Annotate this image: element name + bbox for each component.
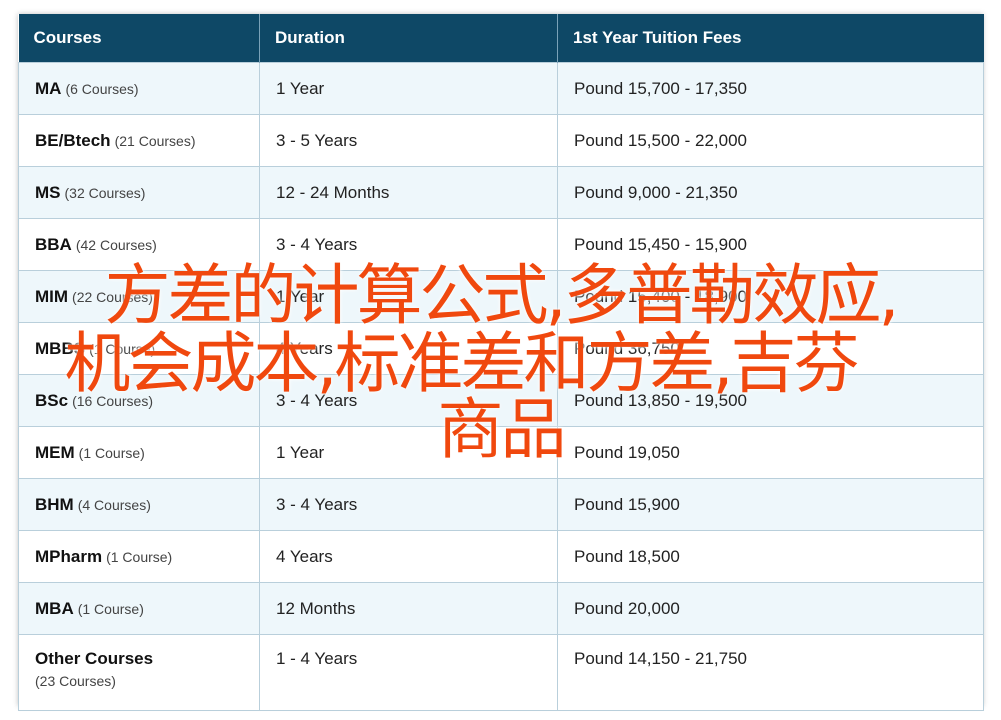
- course-name: BSc: [35, 390, 69, 410]
- table-row: MBBS (1 Course) 4 Years Pound 36,750: [18, 322, 984, 375]
- table-row: MA (6 Courses) 1 Year Pound 15,700 - 17,3…: [18, 62, 984, 115]
- fee-cell: Pound 15,900: [557, 478, 984, 531]
- table-row: BE/Btech (21 Courses) 3 - 5 Years Pound 1…: [18, 114, 984, 167]
- header-courses: Courses: [18, 14, 260, 63]
- course-count: (1 Course): [89, 340, 156, 357]
- course-name: MA: [35, 78, 62, 98]
- fee-cell: Pound 15,500 - 22,000: [557, 114, 984, 167]
- course-name: MEM: [35, 442, 75, 462]
- course-count: (42 Courses): [75, 236, 157, 253]
- course-cell: MA (6 Courses): [18, 62, 260, 115]
- table-row: BBA (42 Courses) 3 - 4 Years Pound 15,450…: [18, 218, 984, 271]
- table-row: Other Courses (23 Courses) 1 - 4 Years Po…: [18, 634, 984, 711]
- course-cell: MBA (1 Course): [18, 582, 260, 635]
- course-cell: MIM (22 Courses): [18, 270, 260, 323]
- course-name: BBA: [35, 234, 72, 254]
- fee-cell: Pound 15,400 - 18,900: [557, 270, 984, 323]
- table-row: BHM (4 Courses) 3 - 4 Years Pound 15,900: [18, 478, 984, 531]
- table-row: MS (32 Courses) 12 - 24 Months Pound 9,00…: [18, 166, 984, 219]
- duration-cell: 4 Years: [259, 322, 558, 375]
- duration-cell: 3 - 4 Years: [259, 218, 558, 271]
- course-count: (16 Courses): [72, 392, 153, 409]
- course-count: (21 Courses): [114, 132, 196, 149]
- duration-cell: 1 Year: [259, 426, 558, 479]
- fee-cell: Pound 14,150 - 21,750: [557, 634, 984, 711]
- course-count: (22 Courses): [72, 288, 153, 305]
- course-name: MS: [35, 182, 61, 202]
- fee-cell: Pound 15,700 - 17,350: [557, 62, 984, 115]
- course-name: BE/Btech: [35, 130, 111, 150]
- table-row: MPharm (1 Course) 4 Years Pound 18,500: [18, 530, 984, 583]
- table-row: MIM (22 Courses) 1 Year Pound 15,400 - 18…: [18, 270, 984, 323]
- duration-cell: 3 - 4 Years: [259, 374, 558, 427]
- duration-cell: 12 - 24 Months: [259, 166, 558, 219]
- fee-cell: Pound 9,000 - 21,350: [557, 166, 984, 219]
- course-count: (1 Course): [78, 444, 145, 461]
- duration-cell: 12 Months: [259, 582, 558, 635]
- fee-cell: Pound 13,850 - 19,500: [557, 374, 984, 427]
- course-name: MBA: [35, 598, 74, 618]
- fee-cell: Pound 19,050: [557, 426, 984, 479]
- table-row: MEM (1 Course) 1 Year Pound 19,050: [18, 426, 984, 479]
- fee-cell: Pound 36,750: [557, 322, 984, 375]
- course-cell: BHM (4 Courses): [18, 478, 260, 531]
- course-count: (23 Courses): [35, 673, 116, 689]
- course-count: (1 Course): [77, 600, 144, 617]
- duration-cell: 1 - 4 Years: [259, 634, 558, 711]
- course-cell: BSc (16 Courses): [18, 374, 260, 427]
- tuition-fees-table: Courses Duration 1st Year Tuition Fees M…: [18, 14, 984, 711]
- course-name: MPharm: [35, 546, 103, 566]
- fee-cell: Pound 18,500: [557, 530, 984, 583]
- table-row: MBA (1 Course) 12 Months Pound 20,000: [18, 582, 984, 635]
- course-name: Other Courses: [35, 649, 154, 668]
- course-cell: MEM (1 Course): [18, 426, 260, 479]
- duration-cell: 1 Year: [259, 62, 558, 115]
- duration-cell: 3 - 4 Years: [259, 478, 558, 531]
- course-name: MIM: [35, 286, 69, 306]
- duration-cell: 3 - 5 Years: [259, 114, 558, 167]
- course-cell: MS (32 Courses): [18, 166, 260, 219]
- table-row: BSc (16 Courses) 3 - 4 Years Pound 13,850…: [18, 374, 984, 427]
- course-cell: MBBS (1 Course): [18, 322, 260, 375]
- course-count: (6 Courses): [65, 80, 139, 97]
- table-header-row: Courses Duration 1st Year Tuition Fees: [18, 14, 984, 63]
- header-duration: Duration: [259, 14, 558, 63]
- course-name: MBBS: [35, 338, 86, 358]
- page: Courses Duration 1st Year Tuition Fees M…: [0, 0, 1001, 720]
- header-tuition-fees: 1st Year Tuition Fees: [557, 14, 984, 63]
- course-count: (1 Course): [106, 548, 173, 565]
- course-count: (32 Courses): [64, 184, 146, 201]
- duration-cell: 1 Year: [259, 270, 558, 323]
- course-count: (4 Courses): [77, 496, 151, 513]
- fee-cell: Pound 20,000: [557, 582, 984, 635]
- course-cell: BBA (42 Courses): [18, 218, 260, 271]
- course-cell: Other Courses (23 Courses): [18, 634, 260, 711]
- course-cell: BE/Btech (21 Courses): [18, 114, 260, 167]
- fee-cell: Pound 15,450 - 15,900: [557, 218, 984, 271]
- course-cell: MPharm (1 Course): [18, 530, 260, 583]
- duration-cell: 4 Years: [259, 530, 558, 583]
- course-name: BHM: [35, 494, 74, 514]
